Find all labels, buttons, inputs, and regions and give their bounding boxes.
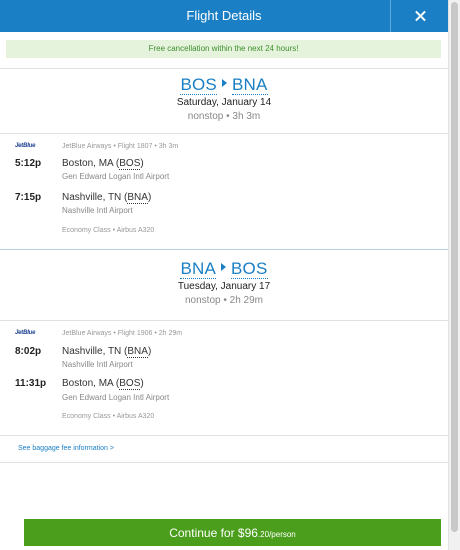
return-route-codes: BNA BOS — [0, 259, 448, 279]
airport-code[interactable]: BOS — [119, 378, 141, 390]
return-date: Tuesday, January 17 — [177, 281, 271, 292]
baggage-fee-link[interactable]: See baggage fee information > — [18, 445, 114, 452]
flight-details-content: Free cancellation within the next 24 hou… — [0, 32, 448, 550]
divider — [0, 435, 448, 436]
jetblue-logo: JetBlue — [15, 330, 36, 336]
city-name: Boston, MA — [62, 158, 114, 169]
origin-code[interactable]: BNA — [180, 259, 217, 279]
return-route-summary: BNA BOS Tuesday, January 17 nonstop • 2h … — [0, 259, 448, 306]
continue-price: Continue for $96 — [169, 526, 258, 540]
outbound-date: Saturday, January 14 — [176, 97, 272, 108]
destination-code[interactable]: BNA — [231, 75, 268, 95]
airport-code[interactable]: BOS — [119, 158, 141, 170]
outbound-meta: nonstop • 3h 3m — [187, 111, 261, 122]
outbound-depart-airport: Gen Edward Logan Intl Airport — [62, 172, 170, 181]
airport-code[interactable]: BNA — [127, 346, 148, 358]
city-name: Nashville, TN — [62, 346, 122, 357]
divider — [0, 462, 448, 463]
close-icon[interactable] — [390, 0, 448, 32]
continue-button[interactable]: Continue for $96.20/person — [24, 519, 441, 546]
return-class-info: Economy Class • Airbus A320 — [62, 413, 155, 420]
continue-price-suffix: .20/person — [257, 530, 296, 539]
return-arrive-airport: Gen Edward Logan Intl Airport — [62, 393, 170, 402]
city-name: Nashville, TN — [62, 192, 122, 203]
divider — [0, 133, 448, 134]
outbound-flight-info: JetBlue Airways • Flight 1807 • 3h 3m — [62, 143, 179, 150]
divider — [0, 249, 448, 250]
cancellation-notice: Free cancellation within the next 24 hou… — [6, 40, 441, 58]
return-depart-airport: Nashville Intl Airport — [62, 360, 133, 369]
dialog-title: Flight Details — [186, 8, 262, 23]
return-arrive-city: Boston, MA (BOS) — [62, 378, 144, 390]
return-arrive-time: 11:31p — [15, 378, 47, 389]
jetblue-logo: JetBlue — [15, 143, 36, 149]
outbound-depart-time: 5:12p — [15, 158, 42, 169]
route-arrow-icon — [221, 263, 227, 271]
header-bar: Flight Details — [0, 0, 448, 32]
scrollbar[interactable] — [448, 0, 460, 550]
route-arrow-icon — [221, 79, 227, 87]
divider — [0, 68, 448, 69]
airport-code[interactable]: BNA — [127, 192, 148, 204]
return-meta: nonstop • 2h 29m — [185, 295, 263, 306]
return-depart-city: Nashville, TN (BNA) — [62, 346, 152, 358]
scrollbar-thumb[interactable] — [451, 2, 458, 532]
outbound-route-summary: BOS BNA Saturday, January 14 nonstop • 3h… — [0, 75, 448, 122]
city-name: Boston, MA — [62, 378, 114, 389]
outbound-route-codes: BOS BNA — [0, 75, 448, 95]
outbound-class-info: Economy Class • Airbus A320 — [62, 227, 155, 234]
return-depart-time: 8:02p — [15, 346, 42, 357]
destination-code[interactable]: BOS — [231, 259, 268, 279]
origin-code[interactable]: BOS — [180, 75, 217, 95]
outbound-arrive-airport: Nashville Intl Airport — [62, 206, 133, 215]
outbound-arrive-city: Nashville, TN (BNA) — [62, 192, 152, 204]
divider — [0, 320, 448, 321]
outbound-depart-city: Boston, MA (BOS) — [62, 158, 144, 170]
return-flight-info: JetBlue Airways • Flight 1906 • 2h 29m — [62, 330, 183, 337]
outbound-arrive-time: 7:15p — [15, 192, 42, 203]
